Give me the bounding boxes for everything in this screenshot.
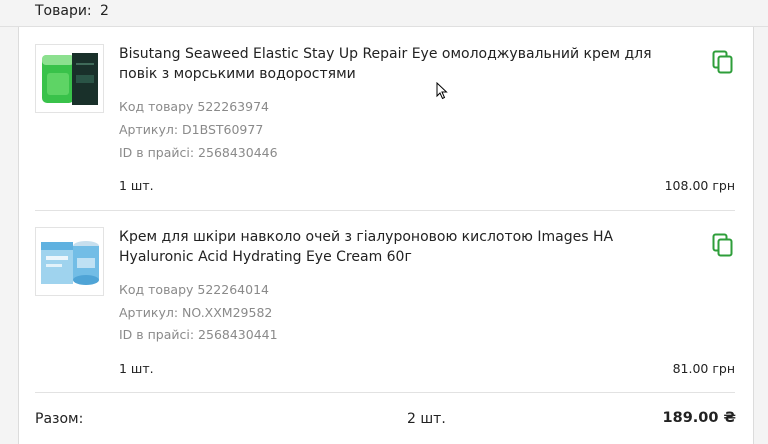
product-quantity: 1 шт. bbox=[119, 178, 154, 193]
product-image[interactable] bbox=[35, 44, 104, 113]
product-code: Код товару 522263974 bbox=[119, 99, 269, 114]
totals-sum: 189.00 ₴ bbox=[662, 410, 736, 426]
items-header: Товари: 2 bbox=[0, 0, 768, 27]
product-price: 81.00 грн bbox=[672, 361, 735, 376]
product-quantity: 1 шт. bbox=[119, 361, 154, 376]
items-label: Товари: bbox=[35, 3, 92, 19]
product-article: Артикул: D1BST60977 bbox=[119, 122, 264, 137]
product-price: 108.00 грн bbox=[664, 178, 735, 193]
items-count: 2 bbox=[100, 3, 109, 19]
order-totals: Разом: 2 шт. 189.00 ₴ bbox=[0, 393, 768, 444]
order-item: Bisutang Seaweed Elastic Stay Up Repair … bbox=[18, 26, 752, 211]
product-title[interactable]: Bisutang Seaweed Elastic Stay Up Repair … bbox=[119, 44, 659, 84]
product-title[interactable]: Крем для шкіри навколо очей з гіалуронов… bbox=[119, 227, 659, 267]
order-item: Крем для шкіри навколо очей з гіалуронов… bbox=[18, 211, 752, 393]
product-article: Артикул: NO.XXM29582 bbox=[119, 305, 273, 320]
product-image[interactable] bbox=[35, 227, 104, 296]
totals-label: Разом: bbox=[35, 411, 84, 427]
mouse-pointer-icon bbox=[436, 81, 448, 104]
product-price-id: ID в прайсі: 2568430441 bbox=[119, 327, 278, 342]
copy-icon[interactable] bbox=[712, 50, 734, 74]
totals-quantity: 2 шт. bbox=[407, 411, 446, 427]
copy-icon[interactable] bbox=[712, 233, 734, 257]
product-code: Код товару 522264014 bbox=[119, 282, 269, 297]
product-price-id: ID в прайсі: 2568430446 bbox=[119, 145, 278, 160]
